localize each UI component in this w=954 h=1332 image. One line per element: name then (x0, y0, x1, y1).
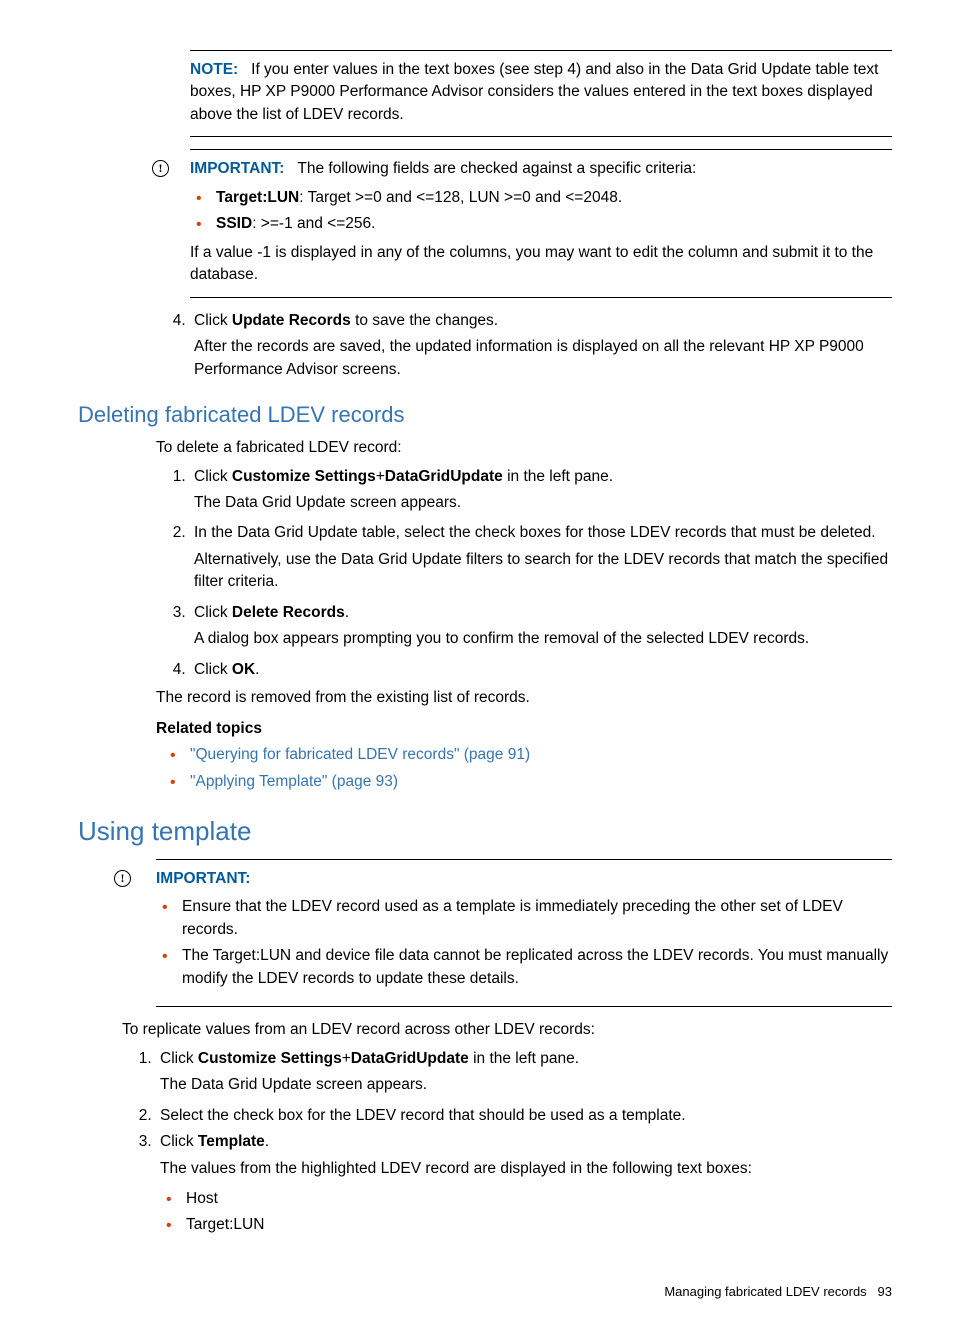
page-number: 93 (878, 1284, 892, 1299)
template-step-1: Click Customize Settings+DataGridUpdate … (156, 1048, 892, 1097)
step-text: Click (160, 1133, 198, 1150)
related-link-item: "Applying Template" (page 93) (190, 771, 892, 793)
textbox-item: Target:LUN (186, 1214, 892, 1236)
step-text: Click (194, 468, 232, 485)
important-icon: ! (114, 867, 131, 889)
template-step-2: Select the check box for the LDEV record… (156, 1105, 892, 1127)
step-para: The Data Grid Update screen appears. (194, 492, 892, 514)
related-link[interactable]: "Querying for fabricated LDEV records" (… (190, 746, 530, 763)
section-heading-using-template: Using template (78, 813, 892, 851)
important-bullet: The Target:LUN and device file data cann… (182, 945, 892, 990)
criteria-item: Target:LUN: Target >=0 and <=128, LUN >=… (216, 187, 892, 209)
important-label: IMPORTANT: (156, 868, 892, 890)
step-text: . (255, 661, 259, 678)
step-text: . (265, 1133, 269, 1150)
template-step-3: Click Template. The values from the high… (156, 1131, 892, 1237)
important-tail: If a value -1 is displayed in any of the… (190, 242, 892, 287)
important-box-2: IMPORTANT: Ensure that the LDEV record u… (156, 859, 892, 1007)
note-box: NOTE: If you enter values in the text bo… (190, 50, 892, 137)
criteria-text: : Target >=0 and <=128, LUN >=0 and <=20… (299, 189, 622, 206)
step-text: Select the check box for the LDEV record… (160, 1107, 686, 1124)
step-bold: DataGridUpdate (351, 1050, 469, 1067)
section-heading-deleting: Deleting fabricated LDEV records (78, 399, 892, 431)
important-box-1: IMPORTANT: The following fields are chec… (190, 149, 892, 297)
step-bold: Delete Records (232, 604, 345, 621)
step-text: Click (194, 312, 232, 329)
step-bold: Template (198, 1133, 265, 1150)
step-para: The values from the highlighted LDEV rec… (160, 1158, 892, 1180)
section-outro: The record is removed from the existing … (156, 687, 892, 709)
related-link-item: "Querying for fabricated LDEV records" (… (190, 744, 892, 766)
step-para: After the records are saved, the updated… (194, 336, 892, 381)
step-para: A dialog box appears prompting you to co… (194, 628, 892, 650)
step-text: Click (194, 661, 232, 678)
step-bold: Update Records (232, 312, 351, 329)
section-intro: To delete a fabricated LDEV record: (156, 437, 892, 459)
delete-step-1: Click Customize Settings+DataGridUpdate … (190, 466, 892, 515)
step-text: Click (194, 604, 232, 621)
page-footer: Managing fabricated LDEV records 93 (78, 1283, 892, 1302)
related-topics-label: Related topics (156, 718, 892, 740)
note-text: If you enter values in the text boxes (s… (190, 61, 878, 123)
step-text: in the left pane. (469, 1050, 579, 1067)
step-para: Alternatively, use the Data Grid Update … (194, 549, 892, 594)
delete-step-3: Click Delete Records. A dialog box appea… (190, 602, 892, 651)
step-text: + (342, 1050, 351, 1067)
related-link[interactable]: "Applying Template" (page 93) (190, 773, 398, 790)
important-intro: The following fields are checked against… (297, 160, 696, 177)
criteria-label: SSID (216, 215, 252, 232)
step-bold: OK (232, 661, 255, 678)
important-bullet: Ensure that the LDEV record used as a te… (182, 896, 892, 941)
step-text: . (345, 604, 349, 621)
important-icon: ! (152, 157, 169, 179)
criteria-item: SSID: >=-1 and <=256. (216, 213, 892, 235)
important-label: IMPORTANT: (190, 160, 284, 177)
textbox-item: Host (186, 1188, 892, 1210)
step-para: The Data Grid Update screen appears. (160, 1074, 892, 1096)
step-bold: DataGridUpdate (385, 468, 503, 485)
step-text: in the left pane. (503, 468, 613, 485)
step-bold: Customize Settings (232, 468, 376, 485)
delete-step-2: In the Data Grid Update table, select th… (190, 522, 892, 593)
criteria-label: Target:LUN (216, 189, 299, 206)
step-text: Click (160, 1050, 198, 1067)
delete-step-4: Click OK. (190, 659, 892, 681)
criteria-text: : >=-1 and <=256. (252, 215, 375, 232)
step-text: + (376, 468, 385, 485)
step-text: to save the changes. (351, 312, 498, 329)
step-bold: Customize Settings (198, 1050, 342, 1067)
step-text: In the Data Grid Update table, select th… (194, 524, 876, 541)
footer-text: Managing fabricated LDEV records (664, 1284, 866, 1299)
note-label: NOTE: (190, 61, 238, 78)
step-4: Click Update Records to save the changes… (190, 310, 892, 381)
section-intro: To replicate values from an LDEV record … (122, 1019, 892, 1041)
